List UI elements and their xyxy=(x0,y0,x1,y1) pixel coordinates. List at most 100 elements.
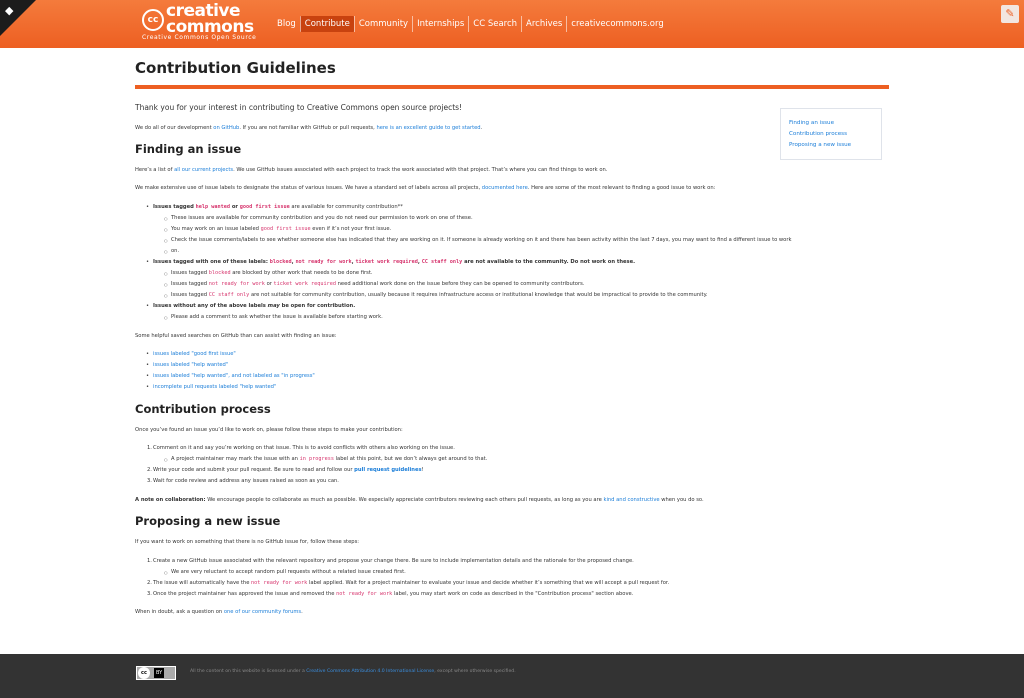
label-code: not ready for work xyxy=(251,580,308,586)
text: Issues tagged xyxy=(171,292,209,298)
proposing-intro: If you want to work on something that th… xyxy=(135,539,360,545)
license-link[interactable]: Creative Commons Attribution 4.0 Interna… xyxy=(306,669,434,674)
text: , except where otherwise specified. xyxy=(434,669,516,674)
search-link-help-wanted[interactable]: issues labeled "help wanted" xyxy=(153,362,228,368)
text: . xyxy=(301,609,303,615)
process-intro: Once you’ve found an issue you’d like to… xyxy=(135,427,403,433)
list-item: 1. Create a new GitHub issue associated w… xyxy=(147,558,634,564)
text: may xyxy=(267,303,280,309)
text: . We use GitHub issues associated with e… xyxy=(233,167,608,173)
nav-internships[interactable]: Internships xyxy=(412,16,468,32)
label-code: ticket work required xyxy=(355,259,418,265)
list-item: Issues tagged not ready for work or tick… xyxy=(135,279,791,290)
logo-wordmark: creative commons xyxy=(166,1,254,37)
creative-commons-logo[interactable]: cc creative commons Creative Commons Ope… xyxy=(142,3,262,44)
search-link-good-first-issue[interactable]: issues labeled "good first issue" xyxy=(153,351,236,357)
text: are not available to the community. Do n… xyxy=(462,259,636,265)
list-item: Issues without any of the above labels m… xyxy=(135,301,791,312)
toc-contribution-process[interactable]: Contribution process xyxy=(789,129,873,140)
list-item: Issues tagged CC staff only are not suit… xyxy=(135,290,791,301)
main-content: Contribution Guidelines Thank you for yo… xyxy=(135,58,895,615)
label-code: CC staff only xyxy=(208,292,250,298)
site-footer: cc BY All the content on this website is… xyxy=(0,654,1024,698)
projects-link[interactable]: all our current projects xyxy=(174,167,233,173)
label-code: not ready for work xyxy=(295,259,352,265)
nav-archives[interactable]: Archives xyxy=(521,16,566,32)
github-octocat-icon[interactable]: ◆ xyxy=(5,4,19,18)
github-link[interactable]: on GitHub xyxy=(213,125,239,131)
list-item: We are very reluctant to accept random p… xyxy=(135,567,669,578)
text: All the content on this website is licen… xyxy=(190,669,307,674)
text: We encourage people to collaborate as mu… xyxy=(205,497,604,503)
note-label: A note on collaboration: xyxy=(135,497,206,503)
text: are available for community contribution… xyxy=(289,204,403,210)
text: Wait for code review and address any iss… xyxy=(153,478,339,484)
nav-cc-search[interactable]: CC Search xyxy=(468,16,521,32)
text: Issues tagged with one of these labels: xyxy=(153,259,270,265)
pr-guidelines-link[interactable]: pull request guidelines xyxy=(354,467,421,473)
text: When in doubt, ask a question on xyxy=(135,609,224,615)
heading-contribution-process: Contribution process xyxy=(135,402,271,416)
list-item: 2. Write your code and submit your pull r… xyxy=(147,467,424,473)
label-code: good first issue xyxy=(239,204,290,210)
labels-doc-link[interactable]: documented here xyxy=(482,185,528,191)
list-item: Check the issue comments/labels to see w… xyxy=(135,235,791,246)
edit-page-button[interactable]: ✎ xyxy=(1001,5,1019,23)
list-item: 3. Once the project maintainer has approv… xyxy=(147,591,634,597)
doubt-paragraph: When in doubt, ask a question on one of … xyxy=(135,607,303,618)
table-of-contents: Finding an issue Contribution process Pr… xyxy=(780,108,882,160)
title-divider xyxy=(135,85,889,89)
toc-proposing-new-issue[interactable]: Proposing a new issue xyxy=(789,140,873,151)
nav-creativecommons-org[interactable]: creativecommons.org xyxy=(566,16,667,32)
nav-community[interactable]: Community xyxy=(353,16,412,32)
heading-finding-an-issue: Finding an issue xyxy=(135,142,242,156)
cc-by-license-badge[interactable]: cc BY xyxy=(136,666,176,680)
by-icon: BY xyxy=(154,668,165,678)
label-code: blocked xyxy=(208,270,231,276)
list-item: Issues tagged blocked are blocked by oth… xyxy=(135,268,791,279)
text: are not suitable for community contribut… xyxy=(249,292,708,298)
page-title: Contribution Guidelines xyxy=(135,59,336,77)
community-forums-link[interactable]: one of our community forums xyxy=(224,609,301,615)
label-code: blocked xyxy=(269,259,292,265)
text: need additional work done on the issue b… xyxy=(336,281,585,287)
searches-intro: Some helpful saved searches on GitHub th… xyxy=(135,333,337,339)
label-code: in progress xyxy=(299,456,334,462)
label-code: CC staff only xyxy=(421,259,463,265)
list-item: These issues are available for community… xyxy=(135,213,791,224)
toc-finding-an-issue[interactable]: Finding an issue xyxy=(789,118,873,129)
text: when you do so. xyxy=(659,497,704,503)
list-item: A project maintainer may mark the issue … xyxy=(135,454,487,465)
nav-contribute[interactable]: Contribute xyxy=(299,16,354,32)
guide-link[interactable]: here is an excellent guide to get starte… xyxy=(376,125,480,131)
license-text: All the content on this website is licen… xyxy=(190,669,516,674)
text: Once the project maintainer has approved… xyxy=(153,591,337,597)
main-nav: Blog Contribute Community Internships CC… xyxy=(273,16,668,32)
text: Issues tagged xyxy=(153,204,196,210)
labels-list: Issues tagged help wanted or good first … xyxy=(135,202,791,323)
proposing-steps: 1. Create a new GitHub issue associated w… xyxy=(135,556,669,600)
text: We make extensive use of issue labels to… xyxy=(135,185,482,191)
list-item: 3. Wait for code review and address any i… xyxy=(147,478,339,484)
label-code: ticket work required xyxy=(273,281,336,287)
text: . Here are some of the most relevant to … xyxy=(527,185,716,191)
process-steps: 1. Comment on it and say you’re working o… xyxy=(135,443,487,487)
text: even if it’s not your first issue. xyxy=(310,226,392,232)
text: The issue will automatically have the xyxy=(153,580,252,586)
text: Write your code and submit your pull req… xyxy=(153,467,355,473)
label-code: good first issue xyxy=(260,226,311,232)
text: or xyxy=(264,281,274,287)
nav-blog[interactable]: Blog xyxy=(273,16,300,32)
projects-paragraph: Here’s a list of all our current project… xyxy=(135,165,607,176)
text: We do all of our development xyxy=(135,125,214,131)
text: label, you may start work on code as des… xyxy=(392,591,634,597)
kind-constructive-link[interactable]: kind and constructive xyxy=(603,497,659,503)
list-item: Issues tagged with one of these labels: … xyxy=(135,257,791,268)
intro-text: Thank you for your interest in contribut… xyxy=(135,103,463,112)
dev-paragraph: We do all of our development on GitHub. … xyxy=(135,123,482,134)
search-link-help-wanted-not-in-progress[interactable]: issues labeled "help wanted", and not la… xyxy=(153,373,315,379)
search-link-incomplete-prs[interactable]: incomplete pull requests labeled "help w… xyxy=(153,384,276,390)
text: or xyxy=(230,204,240,210)
text: You may work on an issue labeled xyxy=(171,226,261,232)
saved-searches-list: issues labeled "good first issue" issues… xyxy=(135,349,315,393)
